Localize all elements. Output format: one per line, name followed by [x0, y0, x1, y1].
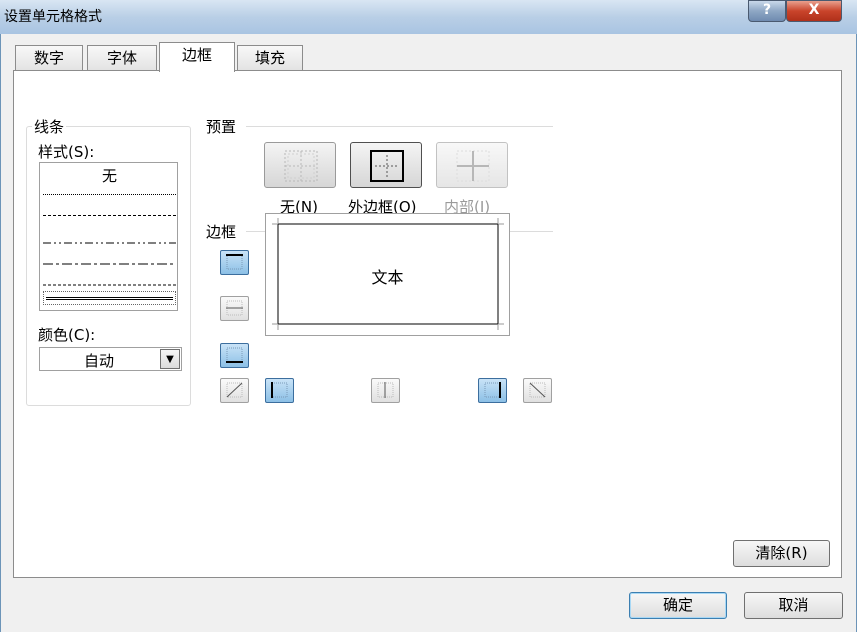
color-label: 颜色(C):: [38, 326, 96, 344]
preset-group-title: 预置: [204, 116, 239, 137]
line-style-dotted-fine[interactable]: [43, 194, 176, 196]
border-tab-panel: 线条 样式(S): 无 颜色(C): 自动 ▼ 预置 无(N) 外边框(O) 内…: [13, 70, 842, 578]
line-style-dotted[interactable]: [43, 215, 176, 217]
color-value: 自动: [83, 352, 114, 370]
preset-outline-button[interactable]: [350, 142, 422, 188]
tab-fill[interactable]: 填充: [237, 45, 303, 70]
preset-separator: [246, 126, 553, 127]
clear-button[interactable]: 清除(R): [733, 540, 830, 567]
border-left-icon: [271, 382, 288, 398]
title-bar: 设置单元格格式 ? X: [0, 0, 857, 34]
chevron-down-icon[interactable]: ▼: [160, 349, 180, 369]
cancel-button[interactable]: 取消: [744, 592, 843, 619]
diagonal-down-icon: [529, 382, 546, 398]
ok-button[interactable]: 确定: [629, 592, 727, 619]
border-top-icon: [226, 254, 243, 270]
line-style-dashed[interactable]: [43, 275, 176, 286]
window-title: 设置单元格格式: [4, 9, 102, 25]
border-inner-horizontal-button[interactable]: [220, 296, 249, 321]
line-style-dash-dot-dot[interactable]: [43, 233, 176, 244]
preview-text: 文本: [371, 268, 404, 287]
preset-none-icon: [284, 150, 318, 182]
border-inner-vertical-icon: [377, 382, 394, 398]
border-bottom-icon: [226, 347, 243, 363]
border-inner-horizontal-icon: [226, 300, 243, 316]
border-inner-vertical-button[interactable]: [371, 378, 400, 403]
border-top-button[interactable]: [220, 250, 249, 275]
line-style-dash-dot[interactable]: [43, 254, 176, 265]
preset-none-button[interactable]: [264, 142, 336, 188]
border-bottom-button[interactable]: [220, 343, 249, 368]
diagonal-up-icon: [226, 382, 243, 398]
border-group-title: 边框: [204, 221, 239, 242]
style-label: 样式(S):: [38, 143, 95, 161]
color-dropdown[interactable]: 自动 ▼: [39, 347, 182, 371]
line-style-double[interactable]: [43, 291, 176, 305]
preset-inside-icon: [456, 150, 490, 182]
border-right-icon: [484, 382, 501, 398]
line-group-title: 线条: [32, 116, 67, 137]
line-style-none[interactable]: 无: [43, 165, 176, 186]
border-diagonal-up-button[interactable]: [220, 378, 249, 403]
preset-outline-icon: [370, 150, 404, 182]
tab-border[interactable]: 边框: [159, 42, 235, 72]
tab-number[interactable]: 数字: [15, 45, 83, 70]
line-style-list[interactable]: 无: [39, 162, 178, 311]
help-button[interactable]: ?: [748, 0, 786, 22]
border-preview[interactable]: 文本: [265, 213, 510, 336]
tab-font[interactable]: 字体: [87, 45, 157, 70]
border-diagonal-down-button[interactable]: [523, 378, 552, 403]
border-right-button[interactable]: [478, 378, 507, 403]
preset-inside-button[interactable]: [436, 142, 508, 188]
close-button[interactable]: X: [786, 0, 842, 22]
format-cells-dialog: 数字 字体 边框 填充 线条 样式(S): 无 颜色(C): 自动 ▼ 预置 无…: [0, 34, 857, 632]
border-left-button[interactable]: [265, 378, 294, 403]
